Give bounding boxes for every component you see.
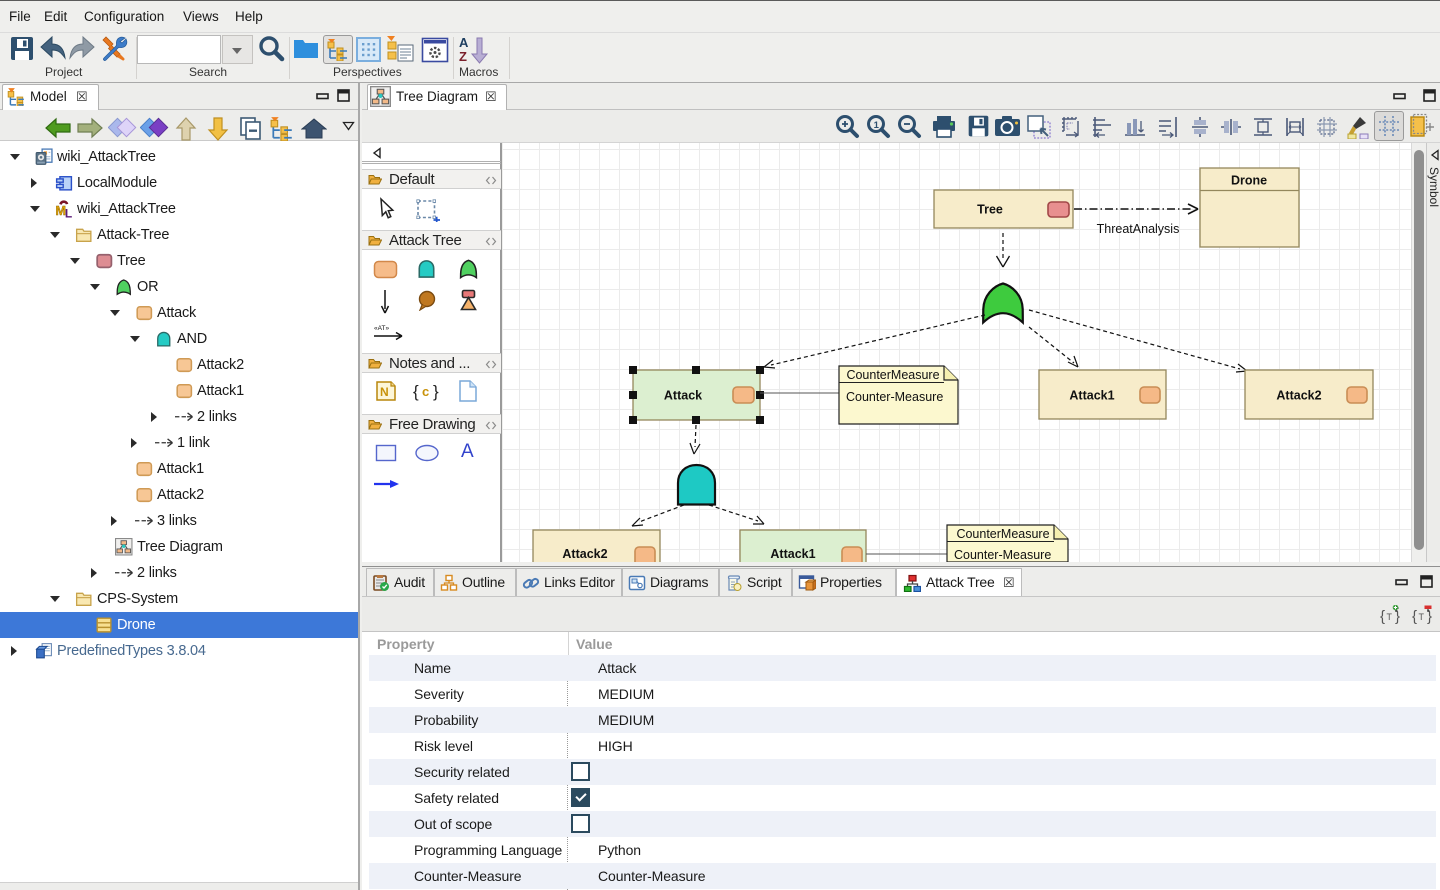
svg-text:A: A	[459, 35, 469, 50]
svg-text:T: T	[1419, 612, 1425, 622]
svg-text:Attack1: Attack1	[1069, 389, 1114, 403]
svg-text:Counter-Measure: Counter-Measure	[846, 390, 943, 404]
svg-text:Z: Z	[459, 49, 467, 64]
svg-text:CounterMeasure: CounterMeasure	[846, 368, 939, 382]
svg-text:Attack2: Attack2	[1276, 389, 1321, 403]
svg-text:Attack2: Attack2	[562, 547, 607, 561]
svg-text:Tree: Tree	[977, 203, 1003, 217]
svg-text:}: }	[433, 382, 439, 401]
svg-text:1: 1	[874, 120, 880, 131]
svg-text:Counter-Measure: Counter-Measure	[954, 548, 1051, 562]
svg-text:Attack: Attack	[664, 389, 702, 403]
svg-text:ThreatAnalysis: ThreatAnalysis	[1097, 222, 1180, 236]
svg-text:CounterMeasure: CounterMeasure	[956, 527, 1049, 541]
svg-text:Drone: Drone	[1231, 174, 1267, 188]
svg-text:{: {	[413, 382, 419, 401]
svg-text:N: N	[380, 385, 389, 399]
svg-text:c: c	[422, 384, 429, 399]
svg-text:Attack1: Attack1	[770, 547, 815, 561]
svg-text:{: {	[1412, 608, 1417, 625]
svg-text:«AT»: «AT»	[374, 325, 389, 332]
svg-text:T: T	[1387, 612, 1393, 622]
svg-text:{: {	[1380, 608, 1385, 625]
